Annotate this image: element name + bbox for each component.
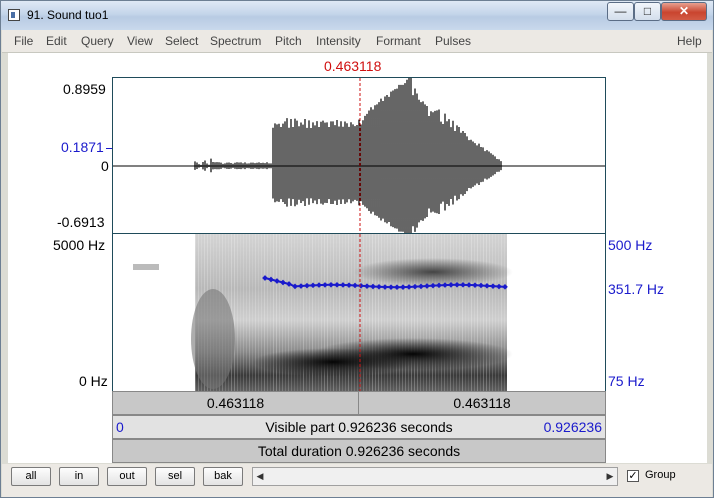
spectrogram-stripe (504, 234, 505, 391)
spectrogram-top-freq-label: 5000 Hz (53, 237, 105, 253)
zoom-in-button[interactable]: in (59, 467, 99, 486)
spectrogram-stripe (477, 234, 478, 391)
menu-bar: File Edit Query View Select Spectrum Pit… (2, 30, 712, 53)
menu-spectrum[interactable]: Spectrum (210, 34, 261, 48)
noise-blob (133, 264, 159, 270)
spectrogram-stripe (486, 234, 487, 391)
spectrogram-stripe (252, 234, 253, 391)
menu-pitch[interactable]: Pitch (275, 34, 302, 48)
formant-low-left (253, 348, 413, 376)
spectrogram-stripe (237, 234, 238, 391)
spectrogram-stripe (246, 234, 247, 391)
spectrogram-stripe (480, 234, 481, 391)
total-duration-band[interactable]: Total duration 0.926236 seconds (112, 439, 606, 463)
title-bar[interactable]: 91. Sound tuo1 — □ ✕ (1, 1, 713, 30)
menu-pulses[interactable]: Pulses (435, 34, 471, 48)
formant-high (353, 258, 513, 286)
visible-part-label: Visible part 0.926236 seconds (113, 416, 605, 438)
zoom-out-button[interactable]: out (107, 467, 147, 486)
zoom-back-button[interactable]: bak (203, 467, 243, 486)
waveform-cursor-value-label: 0.1871 (61, 139, 104, 155)
spectrogram-stripe (498, 234, 499, 391)
waveform-trace (195, 78, 501, 234)
app-icon[interactable] (8, 9, 20, 21)
menu-query[interactable]: Query (81, 34, 114, 48)
visible-part-band[interactable]: 0 Visible part 0.926236 seconds 0.926236 (112, 415, 606, 439)
spectrogram-bottom-freq-label: 0 Hz (79, 373, 108, 389)
waveform-max-label: 0.8959 (63, 81, 106, 97)
spectrogram-stripe (489, 234, 490, 391)
time-right-label: 0.463118 (453, 395, 510, 411)
zoom-to-selection-button[interactable]: sel (155, 467, 195, 486)
minimize-button[interactable]: — (607, 2, 634, 21)
spectrogram-stripe (483, 234, 484, 391)
spectrogram-stripe (234, 234, 235, 391)
menu-select[interactable]: Select (165, 34, 198, 48)
pitch-bottom-label: 75 Hz (608, 373, 645, 389)
spectrogram-svg (113, 234, 606, 391)
total-duration-label: Total duration 0.926236 seconds (258, 443, 460, 459)
spectrogram-stripe (255, 234, 256, 391)
window-title: 91. Sound tuo1 (27, 8, 108, 22)
waveform-zero-label: 0 (101, 158, 109, 174)
group-checkbox[interactable]: ✓ (627, 470, 639, 482)
visible-end-label: 0.926236 (544, 419, 602, 435)
spectrogram-stripe (471, 234, 472, 391)
waveform-panel[interactable] (112, 77, 606, 234)
spectrogram-stripe (501, 234, 502, 391)
scroll-right-arrow[interactable]: ▶ (603, 468, 617, 485)
menu-help[interactable]: Help (677, 34, 702, 48)
menu-formant[interactable]: Formant (376, 34, 421, 48)
waveform-svg (113, 78, 606, 234)
time-left-label: 0.463118 (207, 395, 264, 411)
waveform-path (195, 78, 501, 234)
spectrogram-stripe (468, 234, 469, 391)
menu-view[interactable]: View (127, 34, 153, 48)
spectrogram-stripe (243, 234, 244, 391)
group-label: Group (645, 469, 676, 481)
waveform-min-label: -0.6913 (57, 214, 104, 230)
pitch-top-label: 500 Hz (608, 237, 652, 253)
spectrogram-stripe (258, 234, 259, 391)
spectrogram-panel[interactable] (112, 234, 606, 391)
menu-edit[interactable]: Edit (46, 34, 67, 48)
menu-file[interactable]: File (14, 34, 33, 48)
all-button[interactable]: all (11, 467, 51, 486)
spectrogram-stripe (240, 234, 241, 391)
spectrogram-stripe (249, 234, 250, 391)
cursor-time-label: 0.463118 (324, 58, 381, 74)
praat-sound-window: 91. Sound tuo1 — □ ✕ File Edit Query Vie… (0, 0, 714, 498)
horizontal-scrollbar[interactable]: ◀ ▶ (252, 467, 618, 486)
spectrogram-stripe (495, 234, 496, 391)
spectrogram-stripe (474, 234, 475, 391)
scroll-left-arrow[interactable]: ◀ (253, 468, 267, 485)
maximize-button[interactable]: □ (634, 2, 661, 21)
fricative-noise (191, 289, 235, 389)
time-right-band[interactable]: 0.463118 (358, 391, 606, 415)
pitch-mid-label: 351.7 Hz (608, 281, 664, 297)
time-left-band[interactable]: 0.463118 (112, 391, 359, 415)
menu-intensity[interactable]: Intensity (316, 34, 361, 48)
spectrogram-stripe (492, 234, 493, 391)
close-button[interactable]: ✕ (661, 2, 707, 21)
